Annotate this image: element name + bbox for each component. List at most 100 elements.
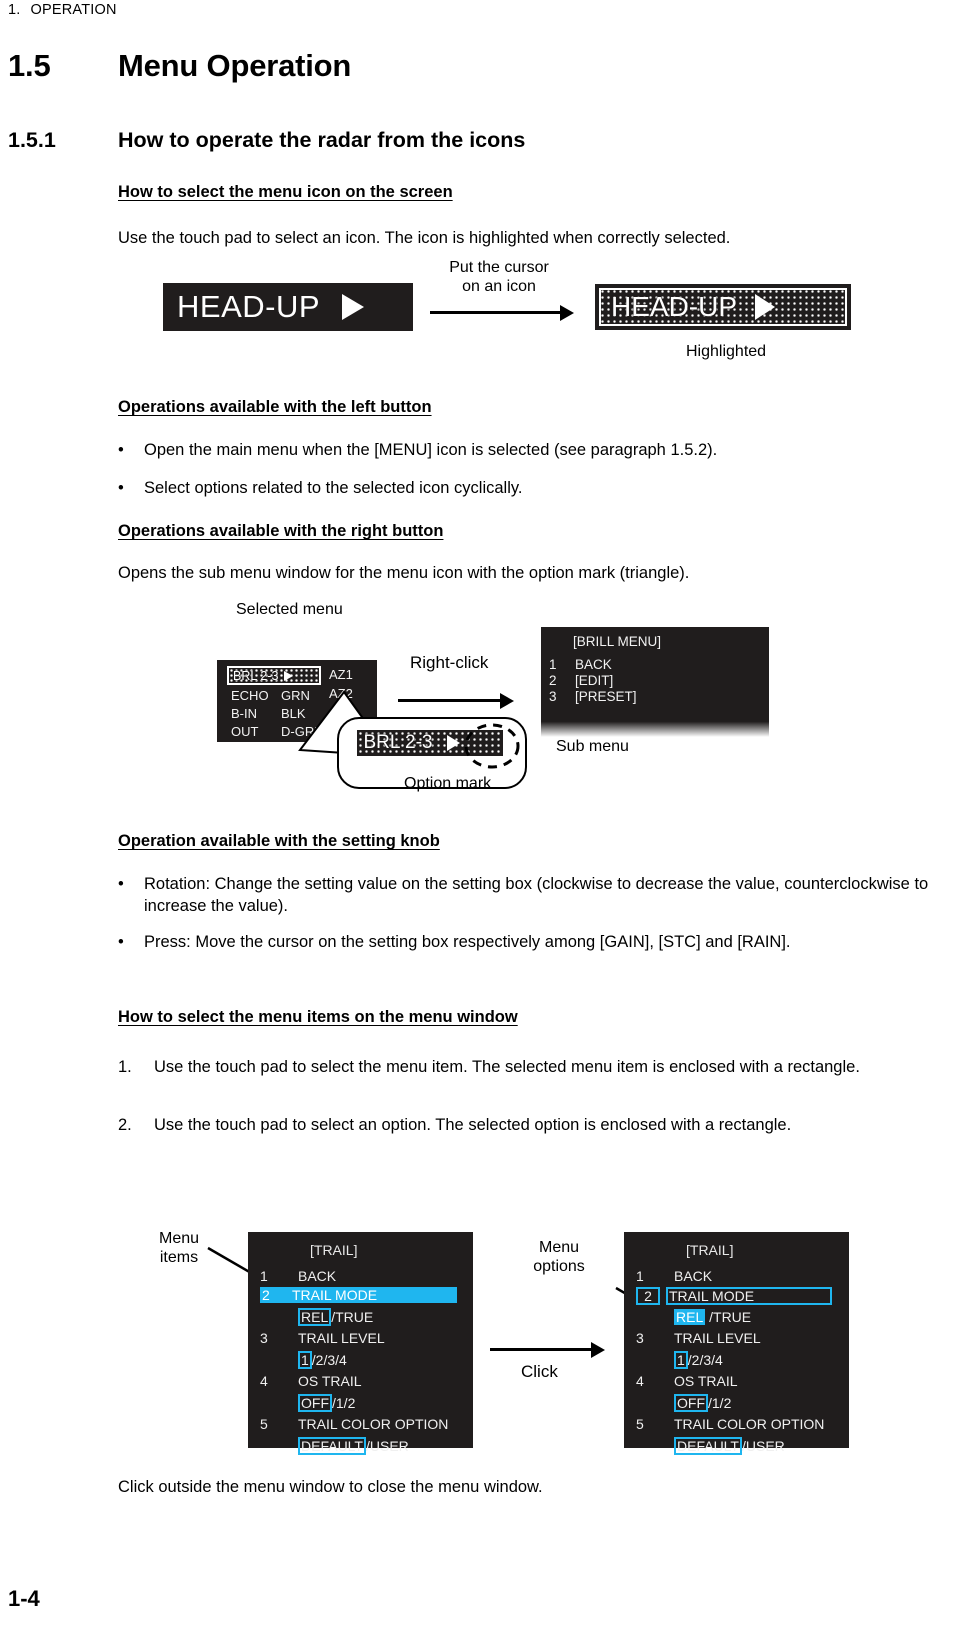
trail-left-row-3-name: TRAIL LEVEL <box>298 1330 385 1346</box>
heading-setting-knob: Operation available with the setting kno… <box>118 832 440 850</box>
trail-left-row-4-options-text: OFF/1/2 <box>298 1394 355 1412</box>
trail-left-row-2-options[interactable]: REL/TRUE <box>260 1308 485 1326</box>
trail-left-row-4-options[interactable]: OFF/1/2 <box>260 1394 485 1412</box>
trail-right-row-4-selected-option[interactable]: OFF <box>674 1394 708 1412</box>
bullet-setting-knob-2-text: Press: Move the cursor on the setting bo… <box>144 933 791 951</box>
triangle-right-icon-small <box>284 670 294 681</box>
trail-right-row-1[interactable]: 1 BACK <box>636 1268 861 1286</box>
trail-left-row-2-selected-option[interactable]: REL <box>298 1308 332 1326</box>
step-1-number: 1. <box>118 1058 132 1076</box>
trail-left-row-5-options-text: DEFAULT/USER <box>298 1437 409 1455</box>
page-number: 1-4 <box>8 1586 40 1611</box>
arrow-head-rightclick <box>500 693 514 709</box>
step-1: 1. Use the touch pad to select the menu i… <box>118 1057 962 1079</box>
trail-right-row-3-selected-option[interactable]: 1 <box>674 1351 688 1369</box>
headup-icon-highlighted-label: HEAD-UP <box>611 291 738 322</box>
arrow-head-click <box>591 1342 605 1358</box>
headup-icon-normal[interactable]: HEAD-UP <box>163 283 413 331</box>
trail-left-row-3[interactable]: 3 TRAIL LEVEL <box>260 1330 485 1348</box>
put-cursor-annotation-line1: Put the cursor <box>449 259 549 276</box>
trail-right-row-5-options[interactable]: DEFAULT/USER <box>636 1437 861 1455</box>
trail-left-row-5-name: TRAIL COLOR OPTION <box>298 1416 449 1432</box>
trail-right-row-2-selected-option[interactable]: REL <box>674 1309 706 1325</box>
trail-right-row-5-selected-option[interactable]: DEFAULT <box>674 1437 742 1455</box>
step-1-text: Use the touch pad to select the menu ite… <box>154 1058 860 1076</box>
trail-right-title: [TRAIL] <box>686 1242 734 1258</box>
trail-right-row-5-index: 5 <box>636 1416 644 1432</box>
headup-icon-highlighted[interactable]: HEAD-UP <box>601 290 845 324</box>
trail-right-row-3-other-options: /2/3/4 <box>687 1352 723 1368</box>
trail-left-row-2-other-option: /TRUE <box>331 1309 374 1325</box>
arrow-shaft-headup <box>430 311 562 314</box>
bullet-mark: • <box>118 933 124 951</box>
bullet-setting-knob-2: • Press: Move the cursor on the setting b… <box>118 932 952 954</box>
bullet-left-button-1-text: Open the main menu when the [MENU] icon … <box>144 441 718 459</box>
bullet-setting-knob-1-text: Rotation: Change the setting value on th… <box>144 875 929 915</box>
trail-left-row-3-index: 3 <box>260 1330 268 1346</box>
menu-options-label-line2: options <box>533 1258 585 1275</box>
trail-right-row-3-options[interactable]: 1/2/3/4 <box>636 1351 861 1369</box>
trail-right-row-2-name: TRAIL MODE <box>666 1287 833 1305</box>
step-2: 2. Use the touch pad to select an option.… <box>118 1115 962 1137</box>
trail-left-row-2-name: TRAIL MODE <box>290 1287 458 1303</box>
trail-right-row-2-options[interactable]: REL /TRUE <box>636 1309 861 1327</box>
bullet-left-button-2: • Select options related to the selected … <box>118 478 964 500</box>
trail-left-row-5-options[interactable]: DEFAULT/USER <box>260 1437 485 1455</box>
triangle-right-icon-magnified <box>446 735 460 751</box>
selected-brl-item-label: BRL 2-3 <box>233 668 279 683</box>
click-label: Click <box>521 1362 558 1381</box>
bullet-left-button-2-text: Select options related to the selected i… <box>144 479 523 497</box>
trail-right-row-4-index: 4 <box>636 1373 644 1389</box>
selected-brl-item: BRL 2-3 <box>230 668 318 683</box>
heading-menu-items: How to select the menu items on the menu… <box>118 1008 518 1026</box>
menu-options-label: Menu options <box>504 1238 614 1276</box>
trail-left-row-4[interactable]: 4 OS TRAIL <box>260 1373 485 1391</box>
option-mark-label: Option mark <box>404 775 492 792</box>
trail-right-row-4[interactable]: 4 OS TRAIL <box>636 1373 861 1391</box>
trail-right-row-5-name: TRAIL COLOR OPTION <box>674 1416 825 1432</box>
trail-left-row-3-other-options: /2/3/4 <box>311 1352 347 1368</box>
running-header-title: OPERATION <box>30 2 117 18</box>
magnified-brl-label: BRL 2-3 <box>363 732 433 753</box>
trail-right-row-4-options[interactable]: OFF/1/2 <box>636 1394 861 1412</box>
trail-left-row-4-selected-option[interactable]: OFF <box>298 1394 332 1412</box>
selected-brl-item-frame[interactable]: BRL 2-3 <box>227 666 321 685</box>
trail-left-row-5-index: 5 <box>260 1416 268 1432</box>
trail-right-row-3-options-text: 1/2/3/4 <box>674 1351 723 1369</box>
trail-left-row-1-index: 1 <box>260 1268 268 1284</box>
trail-right-row-4-other-options: /1/2 <box>708 1395 732 1411</box>
heading-select-menu-icon: How to select the menu icon on the scree… <box>118 183 453 201</box>
trail-right-row-2-options-text: REL /TRUE <box>674 1309 751 1325</box>
trail-left-row-5-other-option: /USER <box>365 1438 409 1454</box>
arrow-head-headup <box>560 305 574 321</box>
trail-right-row-3[interactable]: 3 TRAIL LEVEL <box>636 1330 861 1348</box>
trail-right-row-5[interactable]: 5 TRAIL COLOR OPTION <box>636 1416 861 1434</box>
headup-icon-label: HEAD-UP <box>177 289 321 324</box>
section-number: 1.5 <box>8 48 51 83</box>
radar-az1-label: AZ1 <box>329 667 353 682</box>
trail-right-row-5-other-option: /USER <box>741 1438 785 1454</box>
trail-left-row-5-selected-option[interactable]: DEFAULT <box>298 1437 366 1455</box>
trail-right-row-3-name: TRAIL LEVEL <box>674 1330 761 1346</box>
trail-left-row-3-selected-option[interactable]: 1 <box>298 1351 312 1369</box>
trail-left-row-2[interactable]: 2 TRAIL MODE <box>260 1287 485 1305</box>
menu-items-label: Menu items <box>144 1229 214 1267</box>
sub-menu-item-2-label[interactable]: [EDIT] <box>575 673 613 688</box>
trail-right-row-5-options-text: DEFAULT/USER <box>674 1437 785 1455</box>
trail-left-row-5[interactable]: 5 TRAIL COLOR OPTION <box>260 1416 485 1434</box>
sub-menu-item-1-label[interactable]: BACK <box>575 657 612 672</box>
menu-items-label-line2: items <box>159 1249 199 1266</box>
sub-menu-item-3-label[interactable]: [PRESET] <box>575 689 637 704</box>
triangle-right-icon <box>342 294 365 320</box>
option-mark-dashed-circle <box>464 723 520 769</box>
radar-row-echo-left: ECHO <box>231 688 269 703</box>
selected-menu-label: Selected menu <box>236 601 343 618</box>
trail-menu-panel-left: [TRAIL] 1 BACK 2 TRAIL MODE REL/TRUE 3 T… <box>248 1232 473 1455</box>
sub-menu-title: [BRILL MENU] <box>573 634 662 649</box>
trail-left-row-3-options[interactable]: 1/2/3/4 <box>260 1351 485 1369</box>
sub-menu-label: Sub menu <box>556 738 629 755</box>
triangle-right-icon-highlighted <box>755 294 776 320</box>
radar-row-out-left: OUT <box>231 724 259 739</box>
trail-right-row-2[interactable]: 2 TRAIL MODE <box>636 1287 861 1305</box>
trail-left-row-1[interactable]: 1 BACK <box>260 1268 485 1286</box>
